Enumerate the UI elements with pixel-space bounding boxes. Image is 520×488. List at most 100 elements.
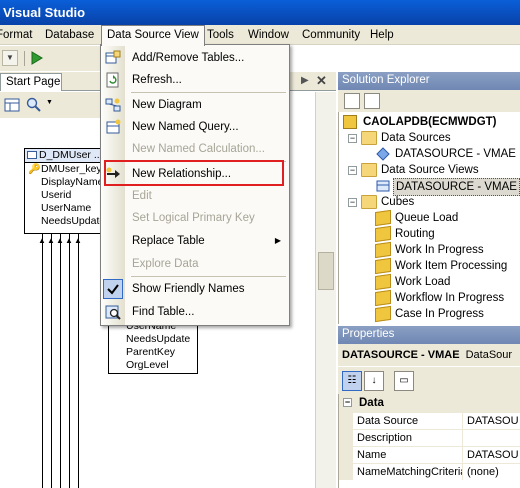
property-name: Description [339, 430, 463, 446]
menu-item-refresh[interactable]: Refresh... [101, 69, 289, 91]
table-header[interactable]: D_DMUser ... [25, 149, 101, 163]
tree-label: Work Item Processing [395, 260, 508, 272]
table-2[interactable]: UserName NeedsUpdate ParentKey OrgLevel [108, 318, 198, 374]
collapse-icon[interactable]: − [348, 198, 357, 207]
table-column[interactable]: 🔑 DMUser_key [25, 163, 101, 176]
tree-label: DATASOURCE - VMAE [395, 148, 516, 160]
alphabetical-icon[interactable]: ↓ [364, 371, 384, 391]
object-name: DATASOURCE - VMAE [342, 349, 460, 361]
table-column[interactable]: Userid [25, 189, 101, 202]
relationship-line [42, 234, 43, 488]
menu-separator [131, 276, 286, 277]
cube-icon [375, 289, 391, 307]
dsv-icon [376, 180, 390, 192]
menu-item-new-named-calculation[interactable]: New Named Calculation... [101, 138, 289, 160]
tree-label: Work Load [395, 276, 451, 288]
table-view-icon[interactable] [4, 97, 20, 113]
menu-item-set-logical-primary-key[interactable]: Set Logical Primary Key [101, 207, 289, 229]
relationship-line [78, 234, 79, 488]
table-column[interactable]: ParentKey [109, 346, 197, 359]
menu-item-label: New Named Calculation... [132, 143, 265, 155]
cube-icon [375, 225, 391, 243]
menu-item-show-friendly-names[interactable]: Show Friendly Names [101, 278, 289, 300]
property-row[interactable]: Description [339, 429, 520, 446]
menu-separator [131, 92, 286, 93]
column-name: OrgLevel [126, 359, 169, 371]
submenu-arrow-icon: ▶ [274, 236, 281, 245]
arrowhead-icon: ▲ [74, 236, 82, 245]
properties-object-selector[interactable]: DATASOURCE - VMAE DataSour [338, 344, 520, 366]
arrowhead-icon: ▲ [65, 236, 73, 245]
tree-label: Case In Progress [395, 308, 484, 320]
folder-icon [361, 163, 377, 177]
collapse-icon[interactable]: − [343, 398, 352, 407]
new-named-query-icon [106, 119, 121, 134]
tab-scroll-icon[interactable]: ▶ [301, 75, 310, 87]
menu-item-replace-table[interactable]: Replace Table ▶ [101, 230, 289, 252]
property-name: NameMatchingCriteria [339, 464, 463, 480]
start-debug-icon[interactable] [30, 51, 44, 65]
collapse-icon[interactable]: − [348, 166, 357, 175]
menu-bar: Format Database Data Source View Tools W… [0, 25, 520, 46]
properties-icon[interactable] [344, 93, 360, 109]
scrollbar-thumb[interactable] [318, 252, 334, 290]
property-pages-icon[interactable]: ▭ [394, 371, 414, 391]
menu-item-explore-data[interactable]: Explore Data [101, 253, 289, 275]
property-value[interactable]: DATASOU [465, 447, 520, 463]
table-column[interactable]: NeedsUpdate [109, 333, 197, 346]
menu-item-label: Explore Data [132, 258, 199, 270]
menu-tools[interactable]: Tools [207, 25, 234, 45]
menu-format[interactable]: Format [0, 25, 32, 45]
zoom-icon[interactable] [26, 97, 42, 113]
tree-label: Work In Progress [395, 244, 484, 256]
menu-window[interactable]: Window [248, 25, 289, 45]
cube-icon [375, 241, 391, 259]
designer-toolbar: ▼ [0, 92, 100, 118]
menu-help[interactable]: Help [370, 25, 394, 45]
cube-icon [375, 273, 391, 291]
property-value[interactable] [465, 430, 520, 446]
vertical-scrollbar[interactable] [315, 92, 336, 488]
property-value[interactable]: DATASOU [465, 413, 520, 429]
collapse-icon[interactable]: − [348, 134, 357, 143]
menu-item-label: Find Table... [132, 306, 195, 318]
zoom-dropdown-icon[interactable]: ▼ [46, 99, 53, 106]
property-row[interactable]: Data Source DATASOU [339, 412, 520, 429]
menu-item-add-remove-tables[interactable]: Add/Remove Tables... [101, 47, 289, 69]
table-name: D_DMUser ... [39, 149, 101, 161]
table-column[interactable]: DisplayName [25, 176, 101, 189]
relationship-line [51, 234, 52, 488]
menu-community[interactable]: Community [302, 25, 360, 45]
property-row[interactable]: Name DATASOU [339, 446, 520, 463]
column-name: UserName [41, 202, 92, 214]
menu-item-edit[interactable]: Edit [101, 185, 289, 207]
menu-item-label: Set Logical Primary Key [132, 212, 255, 224]
menu-database[interactable]: Database [45, 25, 94, 45]
table-column[interactable]: NeedsUpdate [25, 215, 101, 228]
annotation-highlight-box [104, 160, 284, 186]
menu-item-new-diagram[interactable]: New Diagram [101, 94, 289, 116]
view-code-icon[interactable] [364, 93, 380, 109]
tree-label: Cubes [381, 196, 415, 208]
close-icon[interactable]: ✕ [316, 73, 327, 89]
solution-explorer-toolbar [338, 90, 520, 112]
property-row[interactable]: NameMatchingCriteria (none) [339, 463, 520, 480]
table-column[interactable]: OrgLevel [109, 359, 197, 372]
tree-label: Routing [395, 228, 435, 240]
properties-toolbar: ☷ ↓ ▭ [338, 366, 520, 394]
tab-start-page[interactable]: Start Page [0, 73, 62, 91]
table-d-dmuser[interactable]: D_DMUser ... 🔑 DMUser_key DisplayName Use… [24, 148, 102, 234]
cube-icon [375, 257, 391, 275]
menu-item-find-table[interactable]: Find Table... [101, 301, 289, 323]
property-category[interactable]: − Data [339, 394, 520, 412]
property-value[interactable]: (none) [465, 464, 520, 480]
relationship-line [60, 234, 61, 488]
data-source-icon [376, 147, 390, 161]
menu-item-new-named-query[interactable]: New Named Query... [101, 116, 289, 138]
table-column[interactable]: UserName [25, 202, 101, 215]
title-bar: Visual Studio [0, 0, 520, 25]
categorized-icon[interactable]: ☷ [342, 371, 362, 391]
config-dropdown[interactable]: ▼ [2, 50, 18, 66]
cube-icon [375, 209, 391, 227]
menu-data-source-view[interactable]: Data Source View [101, 25, 205, 46]
